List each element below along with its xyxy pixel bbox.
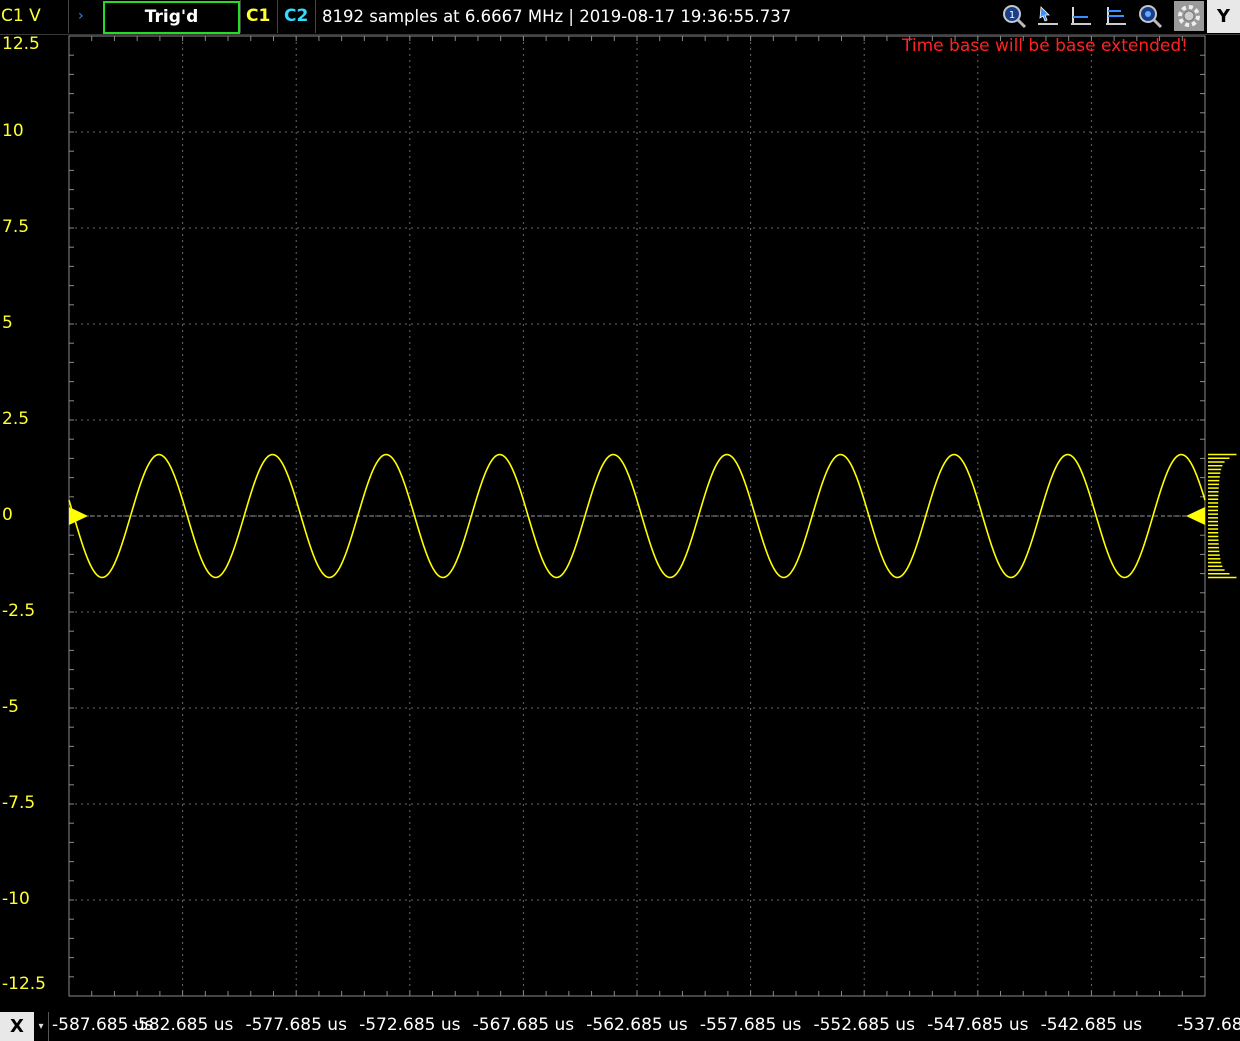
cursor-list-icon[interactable] (1103, 3, 1129, 29)
settings-gear-icon[interactable] (1174, 1, 1204, 31)
cursor-arrow-icon[interactable] (1035, 3, 1061, 29)
channel-c1-button[interactable]: C1 (246, 0, 270, 33)
x-tick-label: -572.685 us (359, 1015, 461, 1035)
zoom-reset-icon[interactable]: 1 (1001, 3, 1027, 29)
zoom-icon[interactable] (1137, 3, 1163, 29)
timebase-warning: Time base will be base extended! (902, 36, 1188, 56)
x-tick-label: -577.685 us (245, 1015, 347, 1035)
y-tick-label: 10 (2, 121, 24, 141)
waveform-plot[interactable] (0, 34, 1240, 1009)
x-tick-label: -542.685 us (1040, 1015, 1143, 1035)
toolbar-divider (315, 0, 316, 33)
run-arrow-icon[interactable]: › (78, 0, 84, 33)
left-trigger-marker[interactable] (69, 507, 88, 525)
y-tick-label: -2.5 (2, 601, 36, 621)
top-toolbar: C1 V › Trig'd C1 C2 8192 samples at 6.66… (0, 0, 1240, 35)
x-tick-label: -582.685 us (131, 1015, 234, 1035)
y-tick-label: -5 (2, 697, 19, 717)
x-axis-bar: X ▾ -587.685 us -582.685 us -577.685 us -57… (0, 1011, 1240, 1041)
horizontal-cursor-icon[interactable] (1068, 3, 1094, 29)
scope-window: C1 V › Trig'd C1 C2 8192 samples at 6.66… (0, 0, 1240, 1041)
y-axis-button[interactable]: Y (1207, 0, 1240, 33)
y-tick-label: 7.5 (2, 217, 30, 237)
x-tick-label: -557.685 us (699, 1015, 802, 1035)
x-axis-dropdown-icon[interactable]: ▾ (34, 1012, 49, 1041)
y-tick-label: 12.5 (2, 34, 40, 54)
toolbar-divider (68, 0, 69, 33)
x-tick-label: -562.685 us (586, 1015, 688, 1035)
x-axis-button[interactable]: X (0, 1012, 34, 1041)
y-tick-label: -12.5 (2, 974, 46, 994)
y-tick-label: 5 (2, 313, 13, 333)
svg-text:1: 1 (1009, 10, 1015, 21)
acquisition-info: 8192 samples at 6.6667 MHz | 2019-08-17 … (322, 7, 792, 26)
x-tick-label: -552.685 us (813, 1015, 915, 1035)
channel-unit-label[interactable]: C1 V (1, 0, 61, 33)
y-tick-label: -10 (2, 889, 30, 909)
x-tick-label: -547.685 us (927, 1015, 1029, 1035)
x-tick-label: -567.685 us (472, 1015, 575, 1035)
plot-area[interactable]: 12.5 10 7.5 5 2.5 0 -2.5 -5 -7.5 -10 -12.5 Time ba… (0, 34, 1240, 1009)
y-tick-label: 0 (2, 505, 13, 525)
y-tick-label: 2.5 (2, 409, 30, 429)
y-tick-label: -7.5 (2, 793, 36, 813)
channel-c2-button[interactable]: C2 (284, 0, 308, 33)
toolbar-divider (277, 0, 278, 33)
x-tick-label: -537.685 (1177, 1015, 1240, 1035)
right-trigger-marker[interactable] (1186, 507, 1205, 525)
toolbar-divider (240, 0, 241, 33)
trigger-status-button[interactable]: Trig'd (103, 1, 240, 34)
